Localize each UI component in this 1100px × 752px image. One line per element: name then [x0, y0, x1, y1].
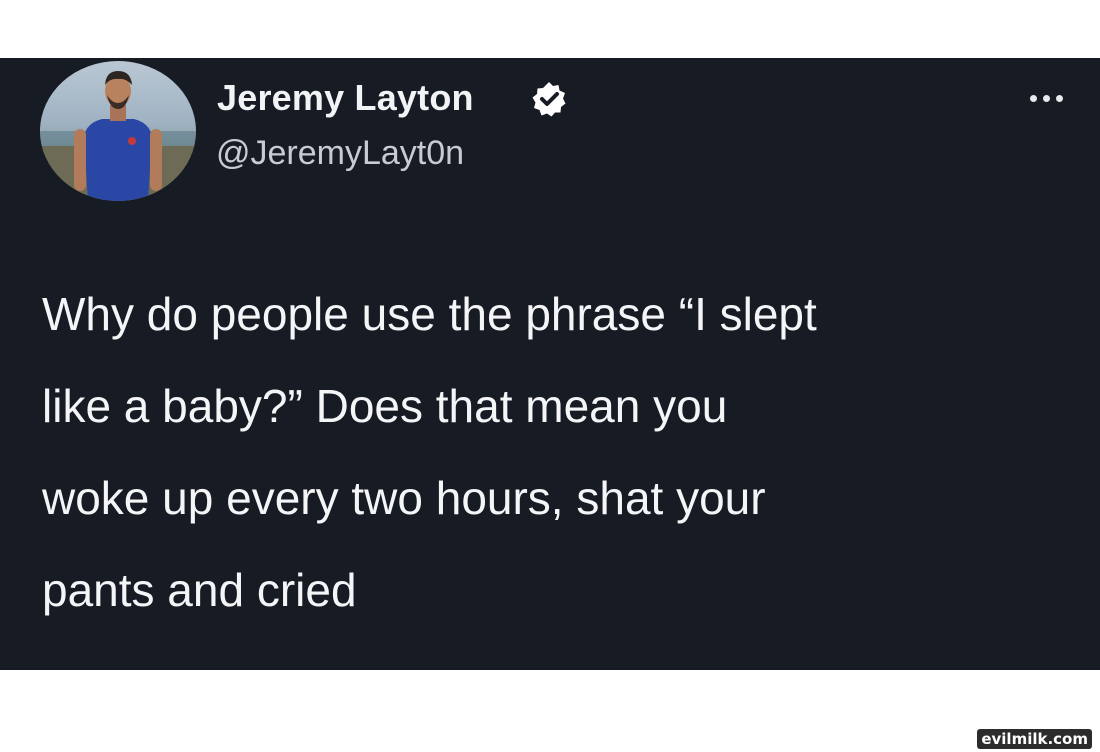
- avatar-photo: [40, 71, 196, 201]
- ellipsis-icon: [1043, 95, 1050, 102]
- tweet-card: Jeremy Layton @JeremyLayt0n Why do peopl…: [0, 58, 1100, 670]
- author-handle[interactable]: @JeremyLayt0n: [216, 134, 464, 173]
- tweet-text: Why do people use the phrase “I slept li…: [42, 268, 1072, 636]
- ellipsis-icon: [1056, 95, 1063, 102]
- avatar[interactable]: [40, 61, 196, 201]
- ellipsis-icon: [1030, 95, 1037, 102]
- author-name[interactable]: Jeremy Layton: [217, 77, 474, 119]
- verified-badge-icon: [532, 82, 566, 117]
- more-options-button[interactable]: [1022, 86, 1070, 110]
- tweet-text-line: pants and cried: [42, 564, 357, 616]
- watermark: evilmilk.com: [977, 729, 1092, 749]
- tweet-text-line: Why do people use the phrase “I slept: [42, 288, 817, 340]
- tweet-text-line: woke up every two hours, shat your: [42, 472, 766, 524]
- tweet-text-line: like a baby?” Does that mean you: [42, 380, 728, 432]
